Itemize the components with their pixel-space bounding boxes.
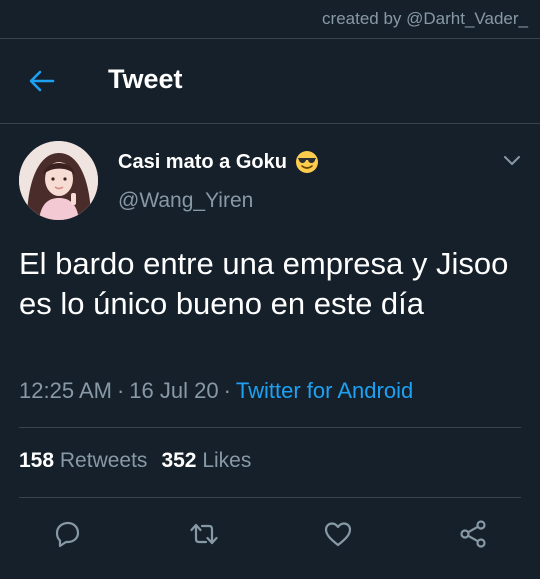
divider: [19, 427, 521, 428]
tweet-date: 16 Jul 20: [129, 378, 219, 403]
profile-photo: [19, 141, 98, 220]
source-link[interactable]: Twitter for Android: [236, 378, 413, 403]
arrow-left-icon: [29, 70, 55, 92]
like-icon: [324, 522, 352, 547]
chevron-down-icon: [504, 156, 520, 165]
retweets-label: Retweets: [59, 449, 148, 472]
retweet-button[interactable]: [188, 518, 220, 550]
display-name-text: Casi mato a Goku: [118, 150, 287, 173]
user-handle[interactable]: @Wang_Yiren: [118, 189, 253, 213]
tweet-time: 12:25 AM: [19, 378, 112, 403]
meta-separator: ·: [116, 378, 125, 403]
smiling-face-with-sunglasses-icon: [295, 151, 318, 173]
retweets-stat[interactable]: 158 Retweets: [19, 449, 147, 472]
likes-label: Likes: [202, 449, 252, 472]
top-app-bar: Tweet: [0, 39, 540, 124]
likes-count: 352: [161, 449, 197, 472]
like-button[interactable]: [322, 518, 354, 550]
watermark-text: created by @Darht_Vader_: [322, 9, 528, 28]
retweet-icon: [190, 523, 218, 545]
avatar[interactable]: [19, 141, 98, 220]
page-title: Tweet: [108, 64, 183, 94]
watermark-bar: created by @Darht_Vader_: [0, 0, 540, 39]
display-name[interactable]: Casi mato a Goku: [118, 150, 319, 174]
reply-button[interactable]: [51, 518, 83, 550]
reply-icon: [55, 521, 80, 548]
tweet-text: El bardo entre una empresa y Jisoo es lo…: [19, 246, 509, 321]
meta-separator: ·: [223, 378, 231, 403]
likes-stat[interactable]: 352 Likes: [161, 449, 251, 472]
share-button[interactable]: [457, 518, 489, 550]
divider: [19, 497, 521, 498]
more-options-button[interactable]: [500, 149, 524, 173]
action-bar: [0, 512, 540, 556]
back-button[interactable]: [22, 63, 62, 99]
share-icon: [460, 520, 486, 548]
tweet-metadata: 12:25 AM · 16 Jul 20 · Twitter for Android: [19, 378, 413, 404]
engagement-stats: 158 Retweets 352 Likes: [19, 449, 251, 473]
retweets-count: 158: [19, 449, 55, 472]
